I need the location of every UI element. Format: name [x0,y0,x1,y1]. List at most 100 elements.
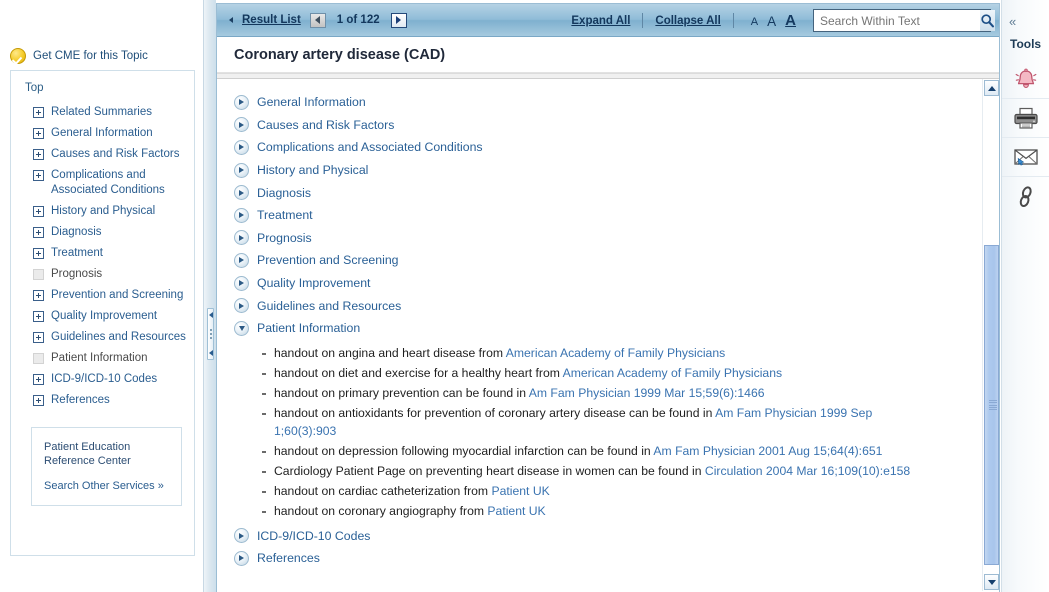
expand-plus-icon[interactable] [33,170,44,181]
chevron-right-icon[interactable] [234,94,249,110]
section-general-information[interactable]: General Information [217,91,999,114]
sidebar-item-causes-and-risk-factors[interactable]: Causes and Risk Factors [11,144,194,165]
section-label[interactable]: General Information [257,95,366,109]
search-input[interactable] [814,13,980,28]
tool-email-button[interactable] [1002,138,1049,177]
chevron-right-icon[interactable] [234,298,249,314]
collapse-tools-button[interactable]: « [1002,0,1049,29]
expand-plus-icon[interactable] [33,374,44,385]
section-icd-codes[interactable]: ICD-9/ICD-10 Codes [217,525,999,548]
bullet-icon [262,510,266,513]
tool-print-button[interactable] [1002,99,1049,138]
tool-permalink-button[interactable] [1002,177,1049,216]
left-sidebar: Get CME for this Topic Top Related Summa… [0,0,204,592]
sidebar-item-guidelines-and-resources[interactable]: Guidelines and Resources [11,327,194,348]
expand-plus-icon[interactable] [33,395,44,406]
section-label[interactable]: Guidelines and Resources [257,299,401,313]
sidebar-item-general-information[interactable]: General Information [11,123,194,144]
sidebar-item-treatment[interactable]: Treatment [11,243,194,264]
handout-link[interactable]: Am Fam Physician 2001 Aug 15;64(4):651 [653,444,882,458]
list-item: handout on angina and heart disease from… [217,343,999,363]
section-label[interactable]: Complications and Associated Conditions [257,140,483,154]
handout-link[interactable]: Circulation 2004 Mar 16;109(10):e158 [705,464,910,478]
tool-alert-button[interactable] [1002,60,1049,99]
chevron-right-icon[interactable] [234,185,249,201]
chevron-right-icon[interactable] [234,528,249,544]
section-label[interactable]: References [257,551,320,565]
expand-plus-icon[interactable] [33,107,44,118]
sidebar-item-diagnosis[interactable]: Diagnosis [11,222,194,243]
sidebar-item-icd-codes[interactable]: ICD-9/ICD-10 Codes [11,369,194,390]
chevron-right-icon[interactable] [234,252,249,268]
expand-plus-icon[interactable] [33,248,44,259]
font-size-small-button[interactable]: A [751,17,758,28]
next-result-button[interactable] [390,12,407,28]
section-label[interactable]: Prevention and Screening [257,253,399,267]
handout-link[interactable]: American Academy of Family Physicians [506,346,725,360]
sidebar-item-quality-improvement[interactable]: Quality Improvement [11,306,194,327]
section-label[interactable]: Treatment [257,208,313,222]
chevron-right-icon[interactable] [234,207,249,223]
search-submit-button[interactable] [980,10,995,31]
section-quality-improvement[interactable]: Quality Improvement [217,272,999,295]
scroll-down-button[interactable] [984,574,999,590]
sidebar-item-related-summaries[interactable]: Related Summaries [11,102,194,123]
section-references[interactable]: References [217,547,999,570]
collapse-all-link[interactable]: Collapse All [643,15,732,27]
get-cme-link[interactable]: Get CME for this Topic [0,0,203,70]
section-label[interactable]: Diagnosis [257,186,311,200]
search-within-text-box[interactable] [813,9,995,32]
section-treatment[interactable]: Treatment [217,204,999,227]
scrollbar-thumb[interactable] [984,245,999,565]
scroll-up-button[interactable] [984,80,999,96]
chevron-right-icon[interactable] [234,275,249,291]
handout-link[interactable]: American Academy of Family Physicians [563,366,782,380]
expand-plus-icon[interactable] [33,128,44,139]
chevron-right-icon[interactable] [234,162,249,178]
splitter-arrow-down-icon [208,350,213,356]
section-prognosis[interactable]: Prognosis [217,227,999,250]
expand-plus-icon[interactable] [33,290,44,301]
font-size-large-button[interactable]: A [785,13,796,28]
chevron-down-icon[interactable] [234,320,249,336]
section-label[interactable]: Patient Information [257,321,360,335]
chevron-right-icon[interactable] [234,550,249,566]
handout-link[interactable]: Patient UK [487,504,545,518]
section-label[interactable]: History and Physical [257,163,368,177]
expand-plus-icon[interactable] [33,311,44,322]
section-patient-information[interactable]: Patient Information [217,317,999,340]
content-scrollbar[interactable] [982,79,999,591]
panel-splitter[interactable] [204,0,216,592]
splitter-handle[interactable] [207,308,214,360]
sidebar-item-references[interactable]: References [11,390,194,411]
sidebar-item-complications-and-associated-conditions[interactable]: Complications and Associated Conditions [11,165,194,201]
expand-plus-icon[interactable] [33,227,44,238]
section-diagnosis[interactable]: Diagnosis [217,181,999,204]
sidebar-item-history-and-physical[interactable]: History and Physical [11,201,194,222]
section-history-and-physical[interactable]: History and Physical [217,159,999,182]
sidebar-item-prevention-and-screening[interactable]: Prevention and Screening [11,285,194,306]
expand-plus-icon[interactable] [33,206,44,217]
search-other-services-link[interactable]: Search Other Services » [44,480,171,492]
section-label[interactable]: Causes and Risk Factors [257,118,394,132]
section-label[interactable]: ICD-9/ICD-10 Codes [257,529,370,543]
result-list-link[interactable]: Result List [242,14,301,26]
handout-link[interactable]: Patient UK [491,484,549,498]
section-label[interactable]: Quality Improvement [257,276,370,290]
expand-plus-icon[interactable] [33,332,44,343]
section-prevention-and-screening[interactable]: Prevention and Screening [217,249,999,272]
expand-all-link[interactable]: Expand All [559,15,642,27]
font-size-medium-button[interactable]: A [767,14,776,29]
handout-link[interactable]: Am Fam Physician 1999 Mar 15;59(6):1466 [529,386,765,400]
chevron-right-icon[interactable] [234,139,249,155]
toc-top-link[interactable]: Top [11,80,194,102]
previous-result-button[interactable] [309,12,326,28]
chevron-right-icon[interactable] [234,117,249,133]
expand-plus-icon[interactable] [33,149,44,160]
section-complications-and-associated-conditions[interactable]: Complications and Associated Conditions [217,136,999,159]
chevron-right-icon[interactable] [234,230,249,246]
section-guidelines-and-resources[interactable]: Guidelines and Resources [217,294,999,317]
section-label[interactable]: Prognosis [257,231,312,245]
section-causes-and-risk-factors[interactable]: Causes and Risk Factors [217,114,999,137]
print-icon [1013,107,1038,129]
